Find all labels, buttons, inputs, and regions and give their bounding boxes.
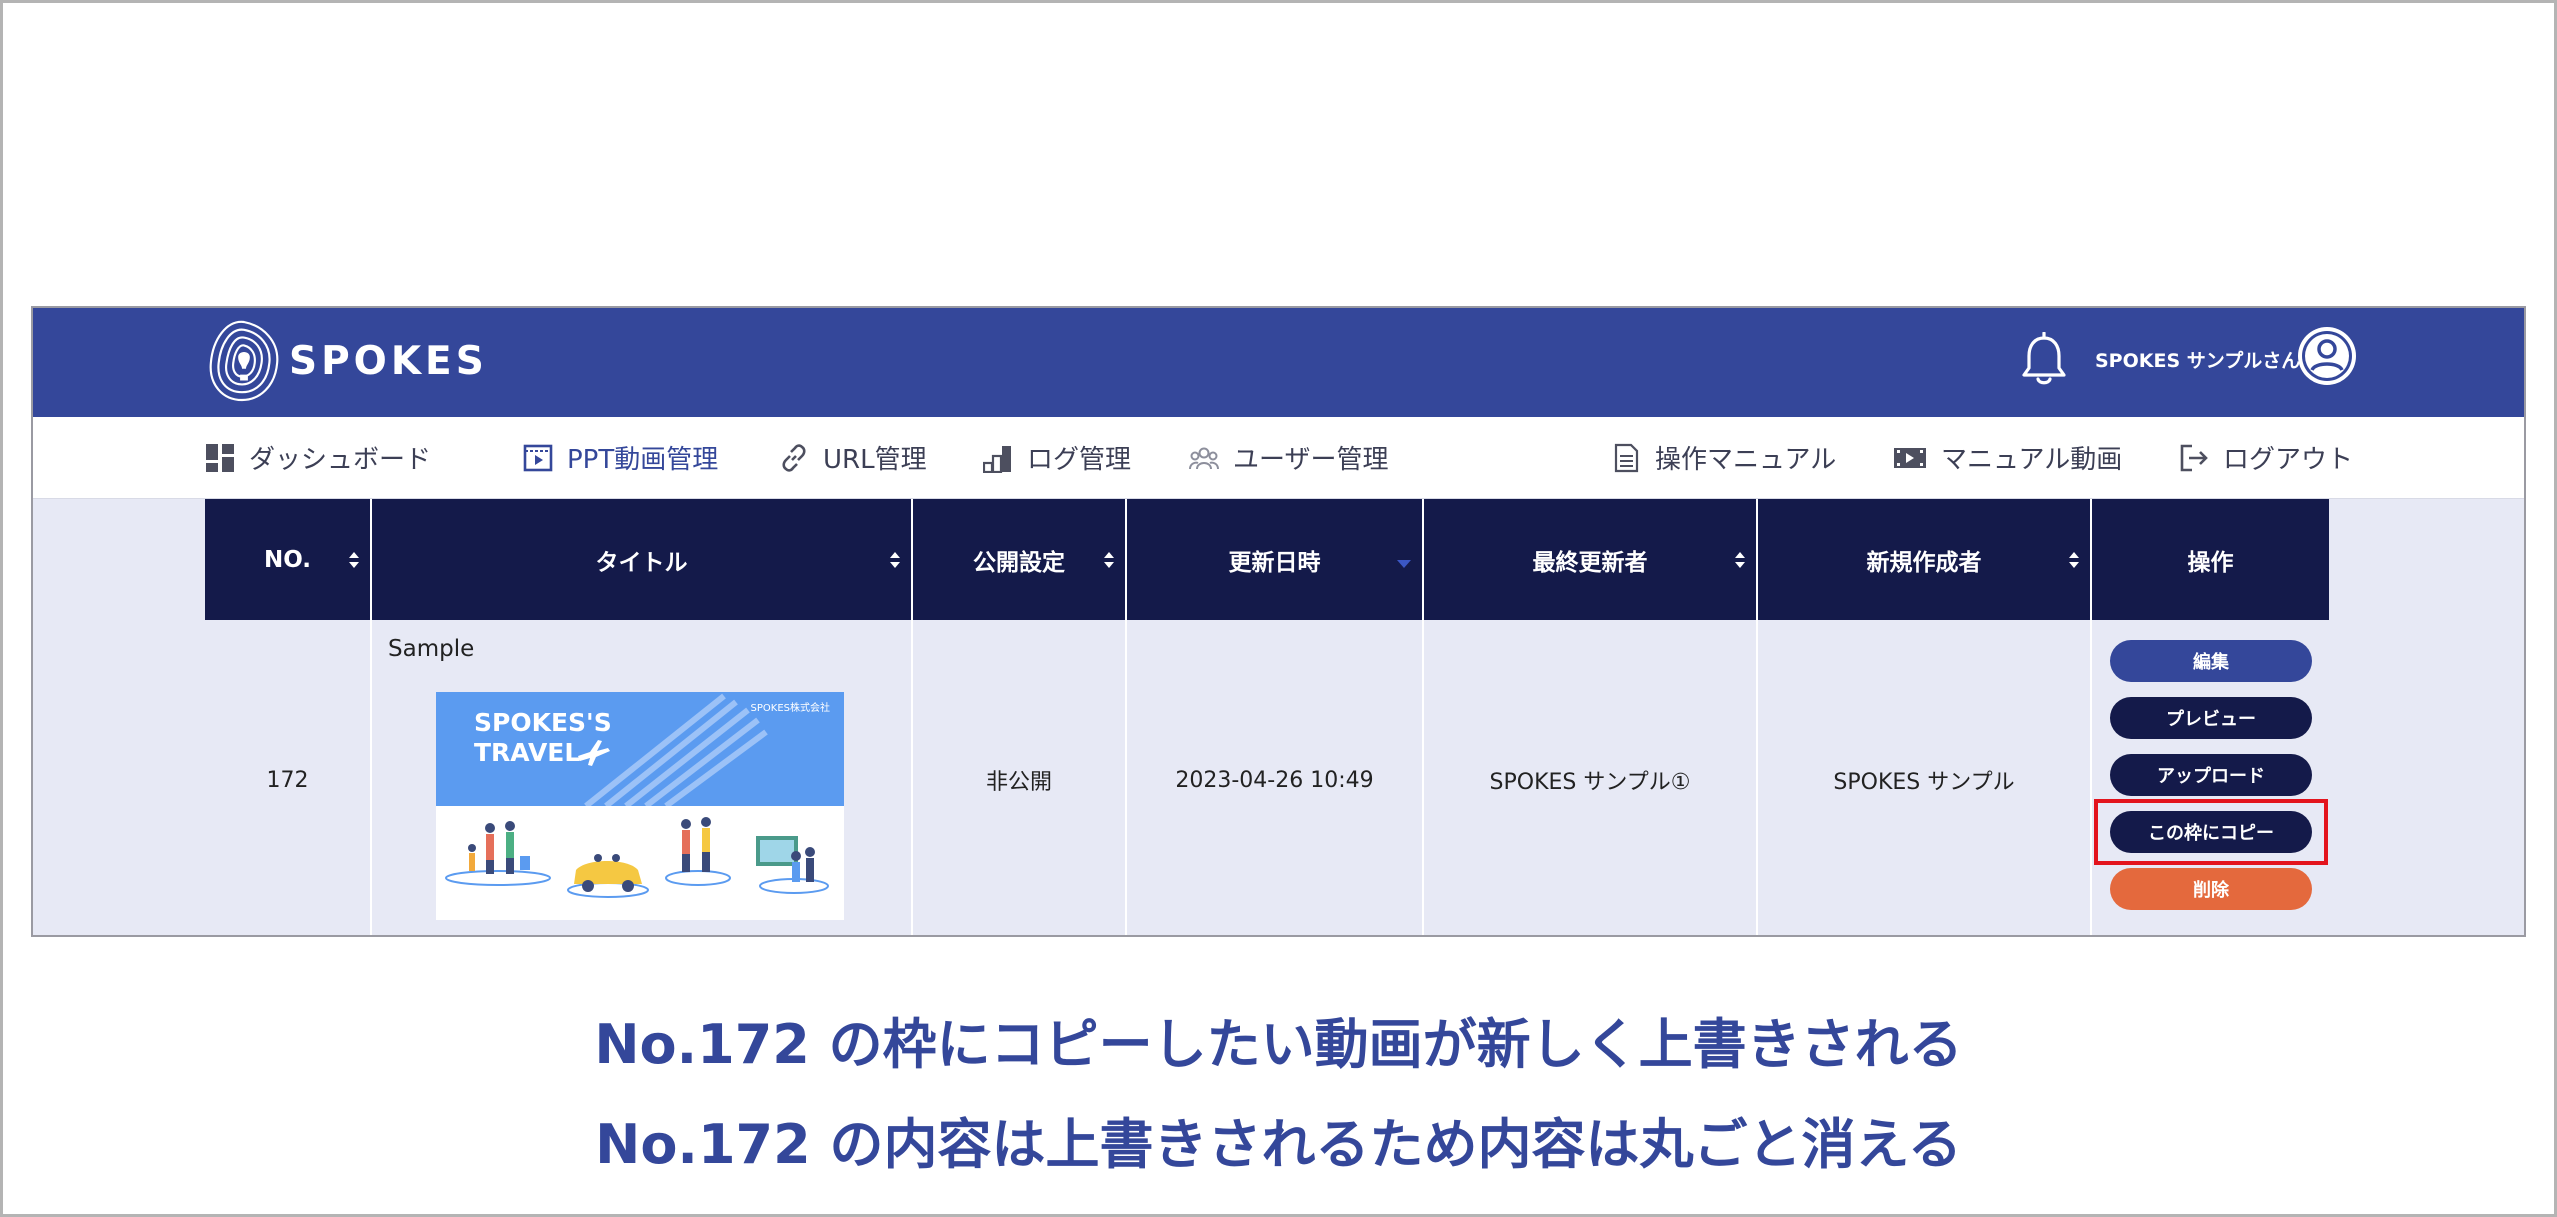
- sort-icon[interactable]: [2068, 551, 2080, 569]
- film-icon: [1894, 447, 1926, 468]
- cell-visibility: 非公開: [913, 620, 1127, 935]
- nav-users[interactable]: ユーザー管理: [1189, 439, 1388, 476]
- video-icon: [523, 444, 553, 471]
- nav-label: ダッシュボード: [249, 445, 432, 475]
- video-thumbnail[interactable]: SPOKES株式会社 SPOKES'S TRAVEL: [436, 692, 844, 920]
- video-title: Sample: [388, 636, 475, 662]
- user-name[interactable]: SPOKES サンプルさん: [2095, 346, 2300, 373]
- brand-logo[interactable]: SPOKES: [205, 318, 488, 404]
- column-header-updated[interactable]: 更新日時: [1127, 499, 1424, 620]
- bell-icon[interactable]: [2018, 332, 2070, 388]
- logout-icon: [2180, 444, 2208, 471]
- document-icon: [1614, 443, 1639, 472]
- upload-button[interactable]: アップロード: [2110, 754, 2312, 796]
- delete-button[interactable]: 削除: [2110, 868, 2312, 910]
- table-row: 172 Sample SPOKES株式会社 SPOKES'S TRAVEL 非公…: [205, 620, 2329, 935]
- column-header-no[interactable]: NO.: [205, 499, 372, 620]
- nav-bar: ダッシュボード PPT動画管理 URL管理 ログ管理 ユーザー管理 操作マニュア…: [33, 417, 2524, 499]
- cell-last-editor: SPOKES サンプル①: [1424, 620, 1758, 935]
- nav-log[interactable]: ログ管理: [983, 439, 1131, 476]
- sort-icon[interactable]: [889, 551, 901, 569]
- column-header-creator[interactable]: 新規作成者: [1758, 499, 2092, 620]
- caption-line-2: No.172 の内容は上書きされるため内容は丸ごと消える: [595, 1113, 1962, 1176]
- nav-label: 操作マニュアル: [1655, 445, 1837, 475]
- nav-manual-video[interactable]: マニュアル動画: [1893, 439, 2122, 476]
- nav-label: ログアウト: [2223, 445, 2354, 475]
- thumbnail-company: SPOKES株式会社: [750, 703, 830, 714]
- copy-to-slot-button[interactable]: この枠にコピー: [2110, 811, 2312, 853]
- column-header-actions: 操作: [2187, 549, 2234, 576]
- nav-label: PPT動画管理: [567, 445, 719, 475]
- chart-icon: [983, 445, 1011, 473]
- cell-no: 172: [205, 620, 372, 935]
- preview-button[interactable]: プレビュー: [2110, 697, 2312, 739]
- column-header-visibility[interactable]: 公開設定: [913, 499, 1127, 620]
- dashboard-icon: [206, 443, 234, 472]
- top-bar: SPOKES SPOKES サンプルさん: [33, 308, 2524, 417]
- cell-creator: SPOKES サンプル: [1758, 620, 2092, 935]
- avatar[interactable]: [2295, 324, 2359, 388]
- cell-updated-at: 2023-04-26 10:49: [1127, 620, 1424, 935]
- app-screenshot: SPOKES SPOKES サンプルさん ダッシュボード PPT動画管理 URL…: [31, 306, 2526, 937]
- nav-manual[interactable]: 操作マニュアル: [1611, 439, 1836, 476]
- nav-label: ユーザー管理: [1233, 445, 1389, 475]
- edit-button[interactable]: 編集: [2110, 640, 2312, 682]
- nav-label: ログ管理: [1027, 445, 1132, 475]
- cell-title: Sample SPOKES株式会社 SPOKES'S TRAVEL: [372, 620, 913, 935]
- column-header-title[interactable]: タイトル: [372, 499, 913, 620]
- cell-actions: 編集 プレビュー アップロード この枠にコピー 削除: [2092, 620, 2329, 935]
- link-icon: [782, 443, 806, 472]
- sort-desc-icon[interactable]: [1396, 559, 1412, 569]
- nav-logout[interactable]: ログアウト: [2179, 439, 2353, 476]
- sort-icon[interactable]: [348, 551, 360, 569]
- nav-label: URL管理: [823, 445, 927, 475]
- users-icon: [1189, 447, 1219, 469]
- nav-ppt-video[interactable]: PPT動画管理: [523, 439, 718, 476]
- table-header: NO. タイトル 公開設定 更新日時 最終更新者 新規作成者 操作: [205, 499, 2329, 620]
- nav-label: マニュアル動画: [1941, 445, 2123, 475]
- thumbnail-banner: SPOKES株式会社 SPOKES'S TRAVEL: [436, 692, 844, 806]
- nav-dashboard[interactable]: ダッシュボード: [205, 439, 431, 476]
- caption-line-1: No.172 の枠にコピーしたい動画が新しく上書きされる: [594, 1013, 1963, 1076]
- airplane-icon: [578, 740, 610, 766]
- travelers-illustration: [445, 817, 829, 898]
- action-buttons: 編集 プレビュー アップロード この枠にコピー 削除: [2092, 620, 2329, 935]
- column-header-last-editor[interactable]: 最終更新者: [1424, 499, 1758, 620]
- nav-url[interactable]: URL管理: [779, 439, 927, 476]
- logo-mark-icon: [209, 320, 279, 402]
- sort-icon[interactable]: [1103, 551, 1115, 569]
- sort-icon[interactable]: [1734, 551, 1746, 569]
- brand-name: SPOKES: [289, 338, 488, 384]
